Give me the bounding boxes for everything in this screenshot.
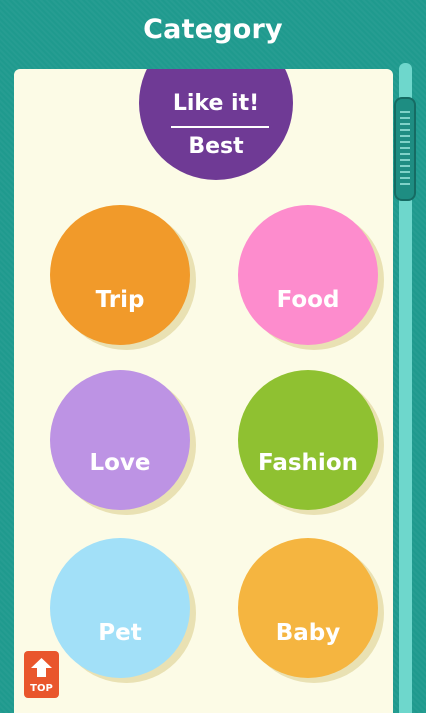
scrollbar-grip [400, 117, 410, 119]
category-label: Fashion [257, 450, 358, 476]
top-label: TOP [30, 683, 53, 694]
scrollbar-grip [400, 111, 410, 113]
category-love-button[interactable]: Love [50, 370, 190, 510]
best-label: Best [188, 134, 244, 159]
category-label: Love [89, 450, 151, 476]
scrollbar-grip [400, 153, 410, 155]
category-fashion-button[interactable]: Fashion [238, 370, 378, 510]
page-title: Category [143, 14, 283, 45]
category-trip-button[interactable]: Trip [50, 205, 190, 345]
best-divider [171, 126, 269, 128]
category-label: Trip [95, 287, 145, 313]
category-label: Food [276, 287, 340, 313]
category-baby-button[interactable]: Baby [238, 538, 378, 678]
scrollbar-grip [400, 159, 410, 161]
arrow-up-icon [31, 658, 52, 677]
scrollbar-grip [400, 135, 410, 137]
scroll-to-top-button[interactable]: TOP [24, 651, 59, 698]
category-panel: Like it! Best Trip Food Love Fashion Pet… [14, 69, 393, 713]
scrollbar-grip [400, 147, 410, 149]
scrollbar-grip [400, 141, 410, 143]
category-label: Pet [98, 620, 142, 646]
scrollbar-grip [400, 165, 410, 167]
scrollbar-grip [400, 183, 410, 185]
scrollbar-grip [400, 123, 410, 125]
scrollbar-grip [400, 129, 410, 131]
scrollbar-grip [400, 171, 410, 173]
scrollbar-grip [400, 177, 410, 179]
best-like-label: Like it! [172, 91, 260, 116]
category-food-button[interactable]: Food [238, 205, 378, 345]
scrollbar-thumb[interactable] [394, 97, 416, 201]
best-category-button[interactable]: Like it! Best [139, 69, 293, 180]
category-pet-button[interactable]: Pet [50, 538, 190, 678]
category-label: Baby [275, 620, 341, 646]
